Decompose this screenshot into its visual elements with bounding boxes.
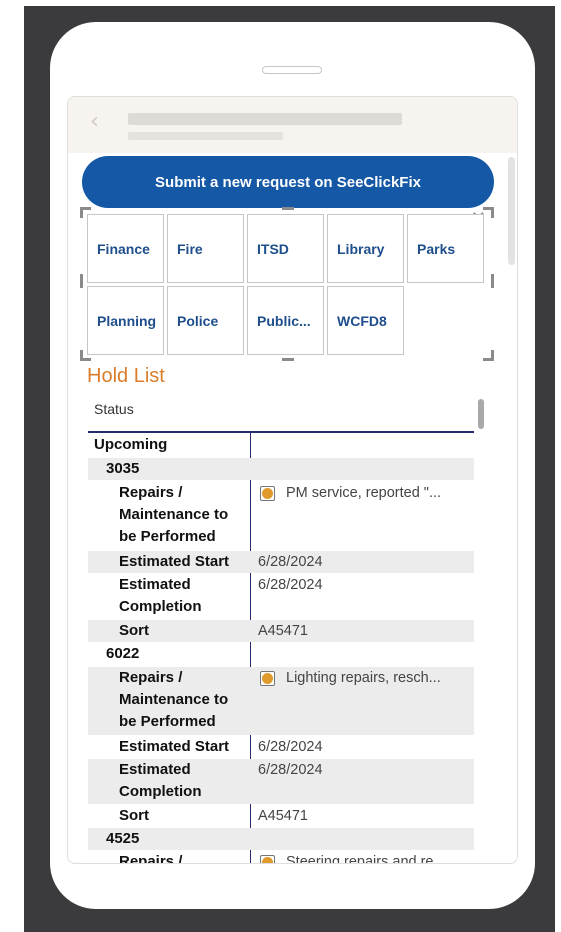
- status-column-header[interactable]: Status: [94, 401, 134, 417]
- dept-tile-fire[interactable]: Fire: [167, 214, 244, 283]
- phone-frame: ‹ Submit a new request on SeeClickFix ✕ …: [50, 22, 535, 909]
- table-row: Repairs / Maintenance to be Performed Li…: [88, 667, 474, 735]
- dept-tile-itsd[interactable]: ITSD: [247, 214, 324, 283]
- status-dot-icon: [260, 486, 275, 501]
- repairs-value: PM service, reported "...: [286, 485, 442, 501]
- resize-handle[interactable]: [80, 274, 83, 288]
- repairs-label: Repairs / Maintenance to be Performed: [119, 484, 229, 545]
- est-start-label: Estimated Start: [119, 738, 230, 755]
- group-row[interactable]: Upcoming: [88, 434, 474, 456]
- table-row: Sort A45471: [88, 805, 474, 827]
- dept-tile-library[interactable]: Library: [327, 214, 404, 283]
- resize-handle[interactable]: [282, 207, 294, 210]
- table-row: Sort A45471: [88, 620, 474, 642]
- title-placeholder: [128, 113, 402, 125]
- repairs-label: Repairs / Maintenance to be Performed: [119, 669, 229, 730]
- department-slicer: ✕ Finance Fire ITSD Library Parks Planni…: [80, 207, 494, 361]
- est-completion-label: Estimated Completion: [119, 761, 202, 800]
- subtitle-placeholder: [128, 132, 283, 140]
- unit-row[interactable]: 3035: [88, 458, 474, 480]
- table-row: Estimated Completion 6/28/2024: [88, 574, 474, 619]
- sort-value: A45471: [258, 808, 308, 824]
- unit-id: 6022: [106, 645, 140, 662]
- repairs-label: Repairs /: [119, 853, 183, 864]
- sort-label: Sort: [119, 807, 149, 824]
- unit-id: 4525: [106, 830, 140, 847]
- table-row: Estimated Completion 6/28/2024: [88, 759, 474, 804]
- status-dot-icon: [260, 671, 275, 686]
- back-chevron-icon[interactable]: ‹: [90, 111, 99, 133]
- est-start-value: 6/28/2024: [258, 554, 323, 570]
- dept-tile-parks[interactable]: Parks: [407, 214, 484, 283]
- dept-tile-finance[interactable]: Finance: [87, 214, 164, 283]
- sort-label: Sort: [119, 622, 149, 639]
- dept-tile-wcfd8[interactable]: WCFD8: [327, 286, 404, 355]
- est-start-label: Estimated Start: [119, 553, 230, 570]
- table-row: Repairs / Maintenance to be Performed PM…: [88, 482, 474, 550]
- page-scrollbar[interactable]: [508, 157, 515, 265]
- unit-row[interactable]: 4525: [88, 828, 474, 850]
- est-start-value: 6/28/2024: [258, 739, 323, 755]
- repairs-value: Lighting repairs, resch...: [286, 670, 441, 686]
- frame-corner: [483, 350, 494, 361]
- table-scrollbar[interactable]: [478, 399, 484, 429]
- dept-tile-public[interactable]: Public...: [247, 286, 324, 355]
- header-divider: [88, 431, 474, 433]
- status-dot-icon: [260, 855, 275, 863]
- repairs-value: Steering repairs and re...: [286, 854, 446, 864]
- unit-id: 3035: [106, 460, 140, 477]
- table-row: Repairs / Steering repairs and re...: [88, 851, 474, 864]
- table-row: Estimated Start 6/28/2024: [88, 736, 474, 758]
- hold-list-title: Hold List: [87, 365, 165, 387]
- submit-request-button[interactable]: Submit a new request on SeeClickFix: [82, 156, 494, 208]
- resize-handle[interactable]: [491, 274, 494, 288]
- report-screen: ‹ Submit a new request on SeeClickFix ✕ …: [67, 96, 518, 864]
- dept-tile-police[interactable]: Police: [167, 286, 244, 355]
- est-completion-value: 6/28/2024: [258, 577, 323, 593]
- resize-handle[interactable]: [282, 358, 294, 361]
- report-header-bar: ‹: [68, 97, 517, 153]
- dept-tile-planning[interactable]: Planning: [87, 286, 164, 355]
- est-completion-value: 6/28/2024: [258, 762, 323, 778]
- unit-row[interactable]: 6022: [88, 643, 474, 665]
- phone-speaker: [262, 66, 322, 74]
- group-label: Upcoming: [94, 436, 168, 453]
- sort-value: A45471: [258, 623, 308, 639]
- est-completion-label: Estimated Completion: [119, 576, 202, 615]
- table-row: Estimated Start 6/28/2024: [88, 551, 474, 573]
